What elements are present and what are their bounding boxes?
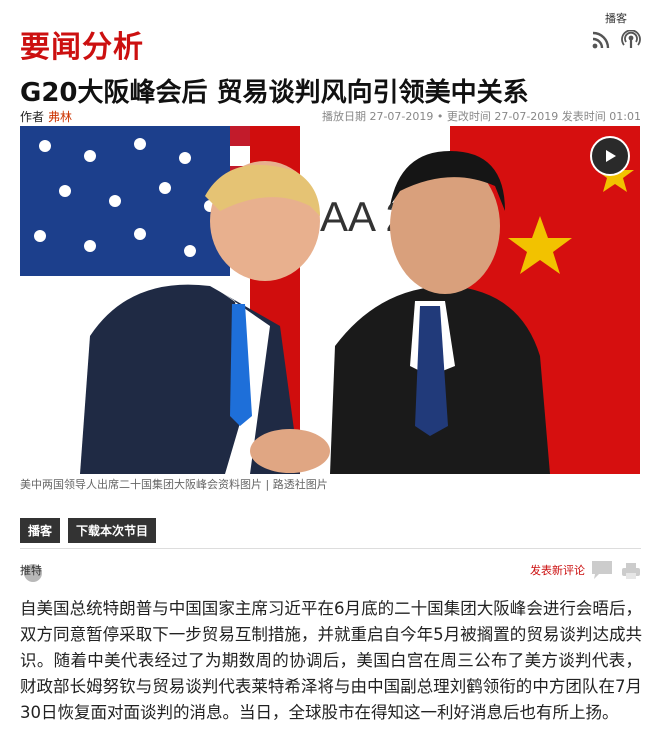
article-dates: 播放日期 27-07-2019 • 更改时间 27-07-2019 发表时间 0… — [321, 110, 641, 123]
author-link[interactable]: 弗林 — [48, 110, 72, 124]
article-headline: G20大阪峰会后 贸易谈判风向引领美中关系 — [20, 78, 529, 108]
play-icon — [606, 150, 616, 162]
podcast-button[interactable]: 播客 — [20, 518, 61, 543]
podcast-icon[interactable] — [621, 29, 641, 54]
section-title: 要闻分析 — [20, 30, 144, 65]
article-meta: 作者 弗林 播放日期 27-07-2019 • 更改时间 27-07-2019 发… — [20, 108, 641, 124]
article-body: 自美国总统特朗普与中国国家主席习近平在6月底的二十国集团大阪峰会进行会晤后，双方… — [20, 599, 642, 722]
image-caption: 美中两国领导人出席二十国集团大阪峰会资料图片 | 路透社图片 — [20, 478, 328, 491]
rss-icon[interactable] — [591, 30, 611, 54]
share-label[interactable]: 推特 — [20, 562, 42, 578]
divider — [20, 548, 641, 549]
comment-icon[interactable] — [591, 560, 613, 584]
print-icon[interactable] — [621, 562, 641, 584]
new-comment-link[interactable]: 发表新评论 — [530, 562, 585, 578]
article-photo: AA 2019 — [20, 126, 640, 474]
article-image: AA 2019 — [20, 126, 640, 474]
author-label: 作者 — [20, 110, 45, 124]
podcast-area: 播客 — [591, 10, 641, 54]
article-actions: 推特 发表新评论 — [20, 560, 641, 584]
podcast-label: 播客 — [605, 12, 627, 25]
download-episode-button[interactable]: 下载本次节目 — [68, 518, 157, 543]
play-button[interactable] — [590, 136, 630, 176]
